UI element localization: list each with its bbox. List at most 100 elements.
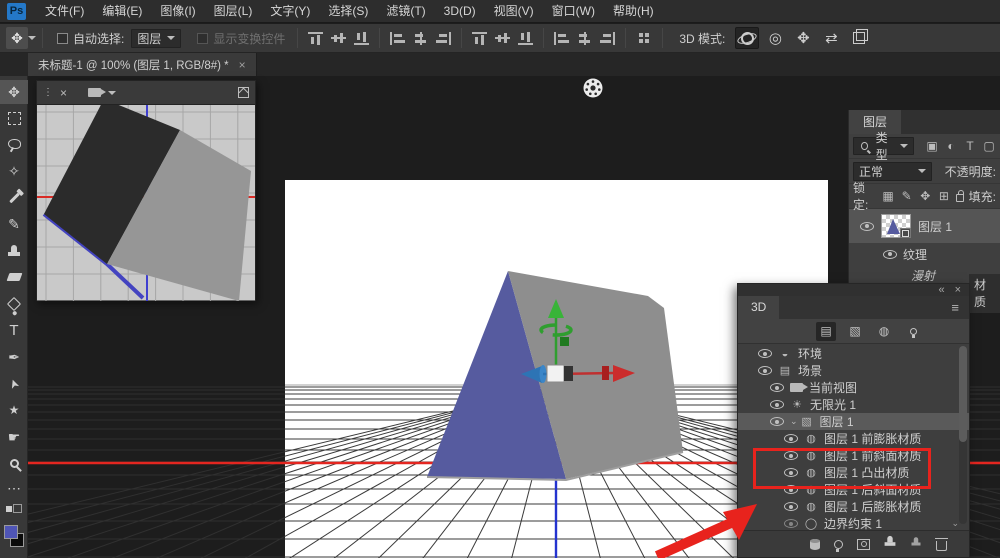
distribute-right-edges-icon[interactable]	[600, 32, 615, 45]
distribute-top-edges-icon[interactable]	[472, 32, 487, 45]
3d-pan-mode-icon[interactable]: ✥	[791, 27, 815, 49]
zoom-tool[interactable]	[0, 451, 28, 475]
new-light-icon[interactable]	[834, 540, 843, 549]
distribute-bottom-edges-icon[interactable]	[518, 32, 533, 45]
scroll-chevron-icon[interactable]: ⌄	[951, 518, 959, 529]
auto-select-checkbox[interactable]	[57, 33, 68, 44]
eye-icon[interactable]	[770, 400, 784, 409]
3d-item-scene[interactable]: ▤场景	[738, 362, 969, 379]
delete-constraint-icon[interactable]	[912, 543, 921, 546]
layer-visibility-eye-icon[interactable]	[860, 222, 874, 231]
3d-panel-grip[interactable]: « ×	[738, 284, 969, 296]
lock-position-icon[interactable]: ✥	[918, 189, 932, 203]
3d-item-layer1-mesh[interactable]: ⌄▧图层 1	[738, 413, 969, 430]
3d-panel-scrollbar[interactable]	[959, 346, 967, 524]
filter-meshes-icon[interactable]: ▧	[845, 322, 865, 341]
brush-tool[interactable]: ✎	[0, 212, 28, 236]
menu-select[interactable]: 选择(S)	[319, 0, 377, 23]
eye-icon[interactable]	[770, 417, 784, 426]
move-tool-option-icon[interactable]: ✥	[6, 27, 28, 49]
menu-window[interactable]: 窗口(W)	[543, 0, 604, 23]
eye-icon[interactable]	[758, 366, 772, 375]
lasso-tool[interactable]	[0, 132, 28, 156]
close-secondary-view-icon[interactable]: ×	[60, 86, 67, 100]
blend-mode-dropdown[interactable]: 正常	[853, 162, 932, 181]
filter-materials-icon[interactable]: ◍	[874, 322, 894, 341]
quick-selection-tool[interactable]: ✧	[0, 159, 28, 183]
auto-select-target-dropdown[interactable]: 图层	[131, 29, 181, 48]
scrollbar-thumb[interactable]	[959, 346, 967, 442]
texture-visibility-eye-icon[interactable]	[883, 250, 897, 259]
show-transform-checkbox[interactable]	[197, 33, 208, 44]
move-tool[interactable]: ✥	[0, 80, 28, 104]
align-left-edges-icon[interactable]	[390, 32, 405, 45]
3d-orbit-mode-icon[interactable]	[735, 27, 759, 49]
quick-mask-button[interactable]	[0, 554, 28, 558]
distribute-spacing-icon[interactable]	[638, 32, 650, 44]
layer-row-selected[interactable]: 图层 1	[849, 209, 1000, 243]
menu-help[interactable]: 帮助(H)	[604, 0, 663, 23]
expand-chevron-icon[interactable]: ⌄	[790, 416, 798, 427]
filter-image-icon[interactable]: ▣	[925, 139, 939, 153]
hand-tool[interactable]: ☛	[0, 425, 28, 449]
close-panel-icon[interactable]: ×	[955, 285, 961, 295]
menu-file[interactable]: 文件(F)	[36, 0, 93, 23]
lock-all-icon[interactable]	[956, 194, 964, 202]
document-tab[interactable]: 未标题-1 @ 100% (图层 1, RGB/8#) * ×	[28, 53, 257, 76]
align-bottom-edges-icon[interactable]	[354, 32, 369, 45]
align-horizontal-centers-icon[interactable]	[413, 32, 428, 45]
menu-image[interactable]: 图像(I)	[151, 0, 204, 23]
filter-lights-icon[interactable]	[903, 322, 923, 341]
3d-roll-mode-icon[interactable]: ◎	[763, 27, 787, 49]
tab-materials[interactable]: 材质	[969, 274, 1000, 313]
eyedropper-tool[interactable]	[0, 186, 28, 210]
align-top-edges-icon[interactable]	[308, 32, 323, 45]
custom-shape-tool[interactable]: ★	[0, 398, 28, 422]
menu-layer[interactable]: 图层(L)	[205, 0, 262, 23]
marquee-tool[interactable]	[0, 106, 28, 130]
drag-handle-icon[interactable]: ⋮	[43, 87, 53, 98]
3d-scale-mode-icon[interactable]	[847, 27, 871, 49]
color-swatches[interactable]	[0, 522, 28, 550]
panel-menu-icon[interactable]: ≡	[951, 300, 959, 315]
eye-icon[interactable]	[784, 502, 798, 511]
filter-type-icon[interactable]: T	[963, 139, 977, 153]
layer-thumbnail[interactable]	[881, 214, 911, 238]
distribute-horizontal-centers-icon[interactable]	[577, 32, 592, 45]
lock-pixels-icon[interactable]: ✎	[900, 189, 914, 203]
align-right-edges-icon[interactable]	[436, 32, 451, 45]
swap-main-view-icon[interactable]	[238, 87, 249, 98]
tab-3d[interactable]: 3D	[738, 296, 779, 319]
camera-select-chevron-icon[interactable]	[108, 91, 116, 99]
distribute-left-edges-icon[interactable]	[554, 32, 569, 45]
eye-icon[interactable]	[770, 383, 784, 392]
distribute-vertical-centers-icon[interactable]	[495, 32, 510, 45]
3d-item-front-inflation-material[interactable]: ◍图层 1 前膨胀材质	[738, 430, 969, 447]
render-settings-icon[interactable]	[857, 539, 870, 550]
close-document-icon[interactable]: ×	[239, 58, 246, 72]
eye-icon[interactable]	[758, 349, 772, 358]
3d-item-infinite-light[interactable]: ☀无限光 1	[738, 396, 969, 413]
align-vertical-centers-icon[interactable]	[331, 32, 346, 45]
path-selection-tool[interactable]: ➤	[0, 372, 28, 396]
menu-3d[interactable]: 3D(D)	[435, 0, 485, 23]
tool-preset-chevron-icon[interactable]	[28, 36, 36, 44]
3d-slide-mode-icon[interactable]: ⇄	[819, 27, 843, 49]
layer-filter-dropdown[interactable]: 类型	[853, 137, 914, 155]
default-swap-colors[interactable]	[0, 498, 28, 522]
lock-transparency-icon[interactable]: ▦	[881, 189, 895, 203]
filter-adjustment-icon[interactable]: ◐	[944, 139, 958, 153]
secondary-view-canvas[interactable]	[37, 104, 255, 300]
foreground-color-swatch[interactable]	[4, 525, 18, 539]
clone-stamp-tool[interactable]	[0, 238, 28, 262]
secondary-view-window[interactable]: ⋮ ×	[36, 80, 256, 301]
filter-whole-scene-icon[interactable]: ▤	[816, 322, 836, 341]
trash-icon[interactable]	[936, 541, 947, 551]
pen-tool[interactable]: ✒	[0, 345, 28, 369]
3d-item-environment[interactable]: ◒环境	[738, 345, 969, 362]
collapse-panel-icon[interactable]: «	[938, 285, 944, 295]
eye-icon[interactable]	[784, 519, 798, 528]
gradient-tool[interactable]	[0, 292, 28, 316]
type-tool[interactable]: T	[0, 318, 28, 342]
menu-view[interactable]: 视图(V)	[485, 0, 543, 23]
